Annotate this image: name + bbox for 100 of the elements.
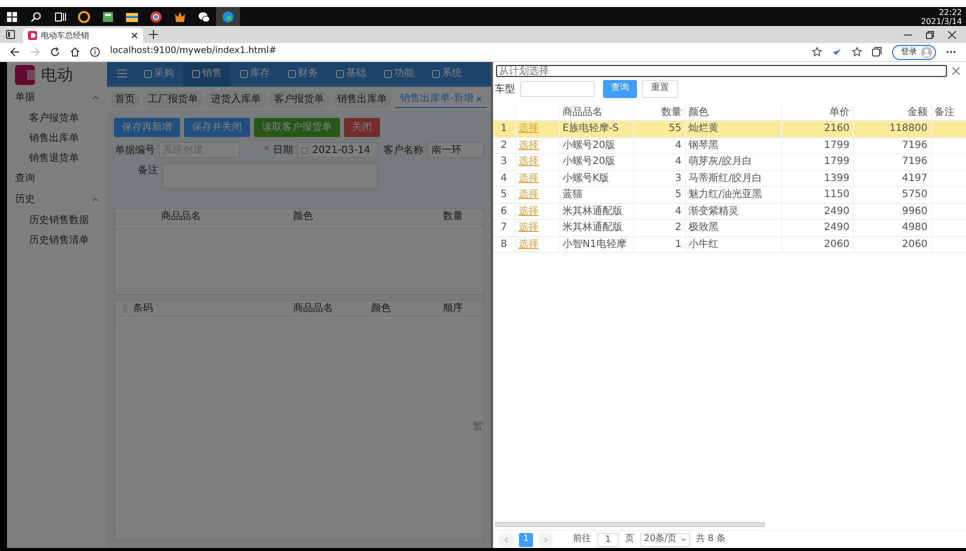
page-tab[interactable]: 首页 xyxy=(110,90,140,108)
page-size-select[interactable]: 20条/页 xyxy=(640,532,690,546)
back-icon[interactable] xyxy=(10,47,20,57)
table-row[interactable]: 7 选择 米其林通配版 2 极致黑 2490 4980 xyxy=(493,220,966,236)
sign-in-button[interactable]: 登录 xyxy=(892,44,936,60)
page-input[interactable]: 1 xyxy=(597,532,619,546)
menu-item[interactable]: 库存 xyxy=(231,62,279,86)
close-icon[interactable] xyxy=(131,32,138,39)
menu-item[interactable]: 销售 xyxy=(183,62,231,86)
page-tab[interactable]: 进货入库单 xyxy=(206,90,266,108)
select-link[interactable]: 选择 xyxy=(518,222,538,234)
sidebar-item[interactable]: 历史销售清单 xyxy=(7,230,107,250)
table-cell: 小智N1电轻摩 xyxy=(559,236,633,252)
nav-item-icon xyxy=(336,70,344,78)
table-cell: 2490 xyxy=(781,220,853,236)
row-number: 1 xyxy=(493,120,515,137)
table-cell: 小螺号20版 xyxy=(559,137,633,154)
sidebar-item[interactable]: 历史销售数据 xyxy=(7,210,107,230)
field-label: 车型 xyxy=(495,82,515,96)
page-tab[interactable]: 销售出库单 xyxy=(332,90,392,108)
app-icon[interactable] xyxy=(102,10,114,22)
select-link[interactable]: 选择 xyxy=(518,140,538,151)
nav-item-icon xyxy=(240,70,248,78)
table-row[interactable]: 5 选择 蓝猫 5 魅力红/油光亚黑 1150 5750 xyxy=(493,186,966,203)
page-tab[interactable]: 客户报货单 xyxy=(269,90,329,108)
table-row[interactable]: 2 选择 小螺号20版 4 钢琴黑 1799 7196 xyxy=(493,137,966,154)
sidebar-item[interactable]: 客户报货单 xyxy=(7,108,107,128)
search-button[interactable]: 查询 xyxy=(603,80,637,98)
select-link[interactable]: 选择 xyxy=(518,172,538,184)
logo-text: 电动 xyxy=(41,64,73,86)
app-icon[interactable] xyxy=(150,10,162,22)
star-icon[interactable] xyxy=(812,47,822,57)
table-cell: 1150 xyxy=(781,186,853,203)
column-header: 颜色 xyxy=(293,210,314,224)
toolbar-button[interactable]: 保存并关闭 xyxy=(184,118,250,137)
table-cell: 118800 xyxy=(853,120,931,137)
sidebar-item[interactable]: 销售退货单 xyxy=(7,148,107,168)
avatar-icon xyxy=(921,46,932,58)
nav-item-icon xyxy=(432,70,440,78)
table-row[interactable]: 8 选择 小智N1电轻摩 1 小牛红 2060 2060 xyxy=(493,236,966,252)
table-row[interactable]: 6 选择 米其林通配版 4 渐变紫精灵 2490 9960 xyxy=(493,203,966,220)
table-cell: 2060 xyxy=(853,236,931,252)
task-view-icon[interactable] xyxy=(54,12,66,22)
menu-item[interactable]: 基础 xyxy=(327,62,375,86)
table-row[interactable]: 4 选择 小螺号K版 3 马蒂斯红/皎月白 1399 4197 xyxy=(493,170,966,186)
restore-icon[interactable] xyxy=(926,30,934,38)
menu-item[interactable]: 功能 xyxy=(375,62,423,86)
toolbar-button[interactable]: 读取客户报货单 xyxy=(254,118,340,137)
address-field[interactable]: localhost:9100/myweb/index1.html# xyxy=(110,45,802,59)
select-link[interactable]: 选择 xyxy=(518,156,538,168)
row-number: 3 xyxy=(493,154,515,170)
app-icon[interactable] xyxy=(78,10,90,22)
table-cell: 米其林通配版 xyxy=(559,203,633,220)
table-cell: 5750 xyxy=(853,186,931,203)
table-row[interactable]: 1 选择 E族电轻摩-S 55 灿烂黄 2160 118800 xyxy=(493,120,966,137)
model-field[interactable] xyxy=(520,81,595,97)
app-icon[interactable] xyxy=(174,10,186,22)
menu-item[interactable]: 采购 xyxy=(135,62,183,86)
menu-item[interactable]: 财务 xyxy=(279,62,327,86)
table-cell: 2490 xyxy=(781,203,853,220)
app-icon[interactable] xyxy=(126,10,138,22)
new-tab-icon[interactable] xyxy=(149,30,158,39)
page-tab[interactable]: 销售出库单-新增 xyxy=(395,90,487,108)
extension-icon[interactable] xyxy=(832,47,842,57)
select-link[interactable]: 选择 xyxy=(518,238,538,250)
select-link[interactable]: 选择 xyxy=(518,206,538,217)
tab-actions-icon[interactable] xyxy=(6,30,15,39)
goto-label: 前往 xyxy=(573,532,591,546)
tab-title: 电动车总经销 xyxy=(41,30,89,42)
more-icon[interactable] xyxy=(946,50,956,54)
home-icon[interactable] xyxy=(70,47,80,57)
reset-button[interactable]: 重置 xyxy=(642,80,678,98)
sidebar-group-label[interactable]: 历史 xyxy=(15,192,35,207)
page-number[interactable]: 1 xyxy=(519,532,533,546)
horizontal-scrollbar[interactable] xyxy=(495,522,765,527)
browser-tab[interactable]: 电动车总经销 xyxy=(23,28,143,43)
menu-item[interactable]: 系统 xyxy=(423,62,471,86)
table-cell: 4 xyxy=(633,203,685,220)
close-icon[interactable] xyxy=(948,30,956,38)
collections-icon[interactable] xyxy=(872,47,882,57)
site-favicon-icon xyxy=(28,31,37,40)
sidebar-group-label[interactable]: 单据 xyxy=(15,90,35,105)
favorites-icon[interactable] xyxy=(852,47,862,57)
app-icon[interactable] xyxy=(198,10,210,22)
info-icon[interactable] xyxy=(90,47,100,57)
search-icon[interactable] xyxy=(31,12,41,22)
toolbar-button[interactable]: 保存再新增 xyxy=(114,118,180,137)
sidebar-item[interactable]: 销售出库单 xyxy=(7,128,107,148)
select-link[interactable]: 选择 xyxy=(518,189,538,200)
customer-field[interactable]: 南一环 xyxy=(427,142,484,158)
page-tab[interactable]: 工厂报货单 xyxy=(143,90,203,108)
hamburger-menu-icon[interactable] xyxy=(117,69,127,78)
toolbar-button[interactable]: 关闭 xyxy=(344,118,380,137)
refresh-icon[interactable] xyxy=(50,47,60,57)
date-field[interactable]: 2021-03-14 xyxy=(297,142,378,158)
windows-logo-icon[interactable] xyxy=(7,12,17,22)
table-row[interactable]: 3 选择 小螺号20版 4 萌芽灰/皎月白 1799 7196 xyxy=(493,154,966,170)
table-cell: 极致黑 xyxy=(685,220,781,236)
sidebar-group-label[interactable]: 查询 xyxy=(15,171,35,186)
table-cell: 1 xyxy=(633,236,685,252)
